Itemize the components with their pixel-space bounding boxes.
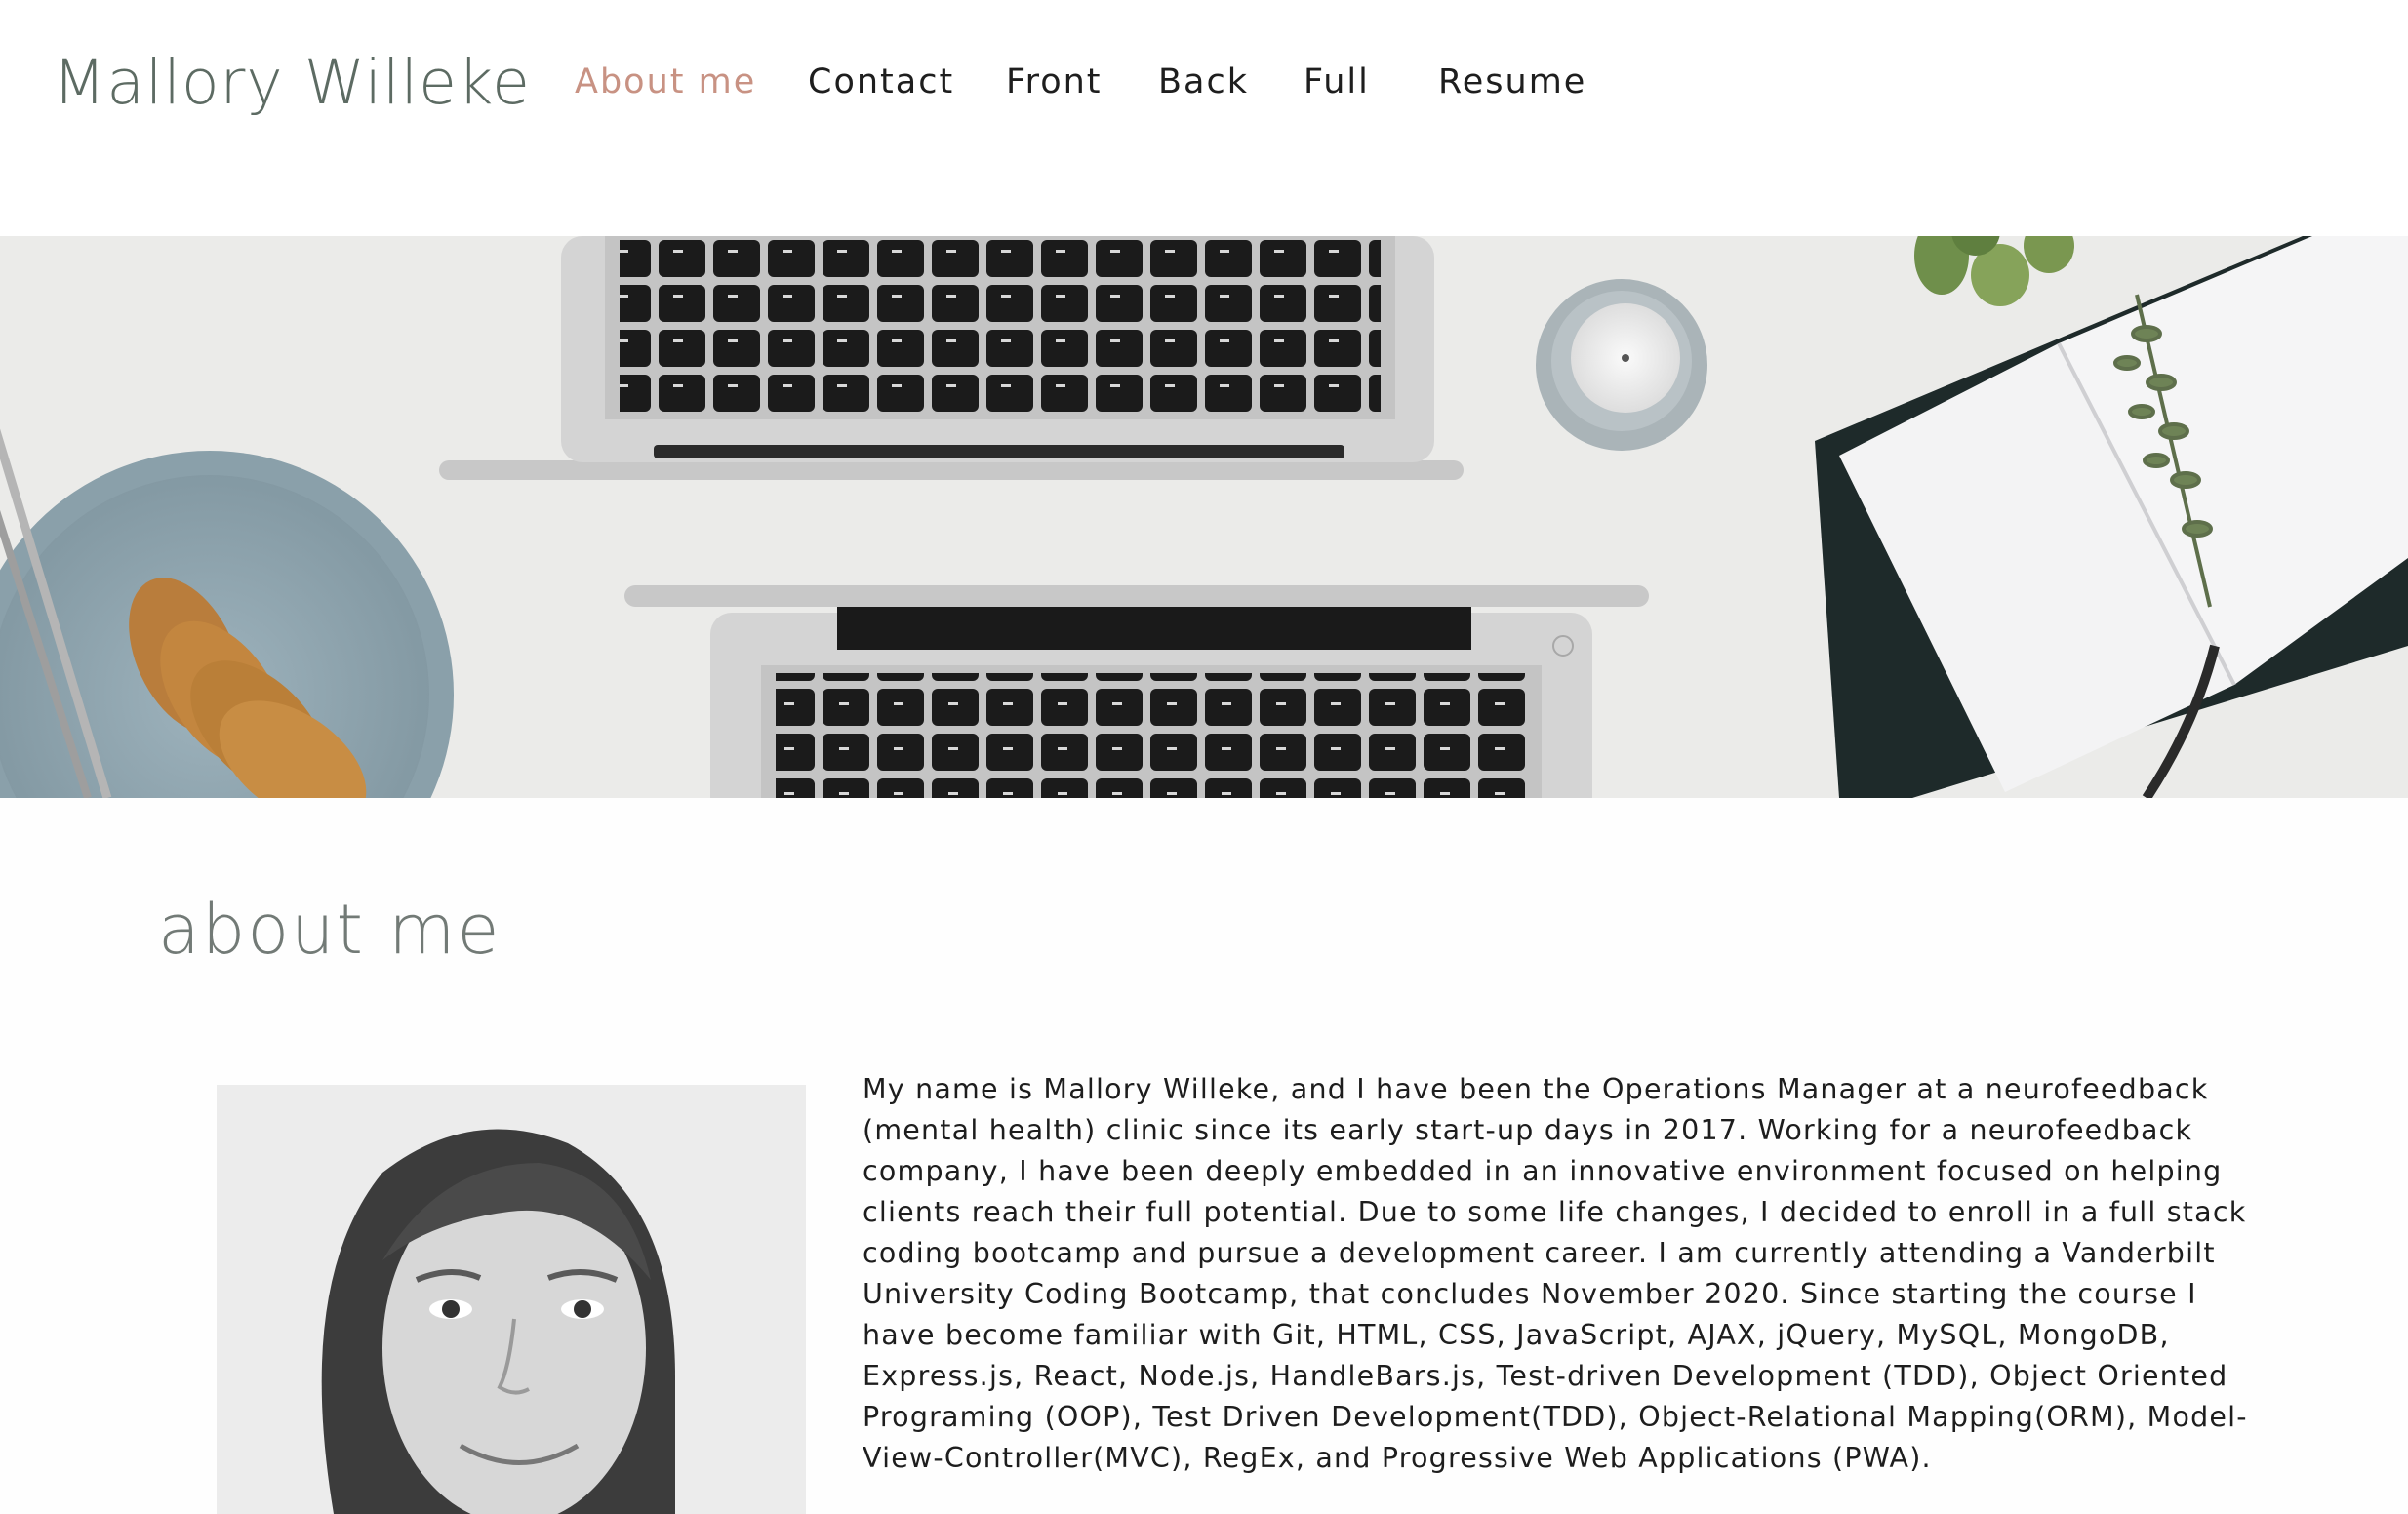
hero-image (0, 236, 2408, 798)
site-header: Mallory Willeke About me Contact Front B… (0, 0, 2408, 236)
nav-link-resume[interactable]: Resume (1438, 62, 1586, 101)
laptop-icon (439, 236, 1464, 480)
nav-link-front[interactable]: Front (1006, 62, 1103, 101)
nav-link-contact[interactable]: Contact (808, 62, 954, 101)
candle-icon (1536, 279, 1707, 451)
laptop-icon (624, 585, 1649, 798)
nav-link-back[interactable]: Back (1158, 62, 1249, 101)
site-brand[interactable]: Mallory Willeke (53, 47, 531, 118)
bio-paragraph: My name is Mallory Willeke, and I have b… (863, 1073, 2248, 1474)
nav-link-full[interactable]: Full (1304, 62, 1370, 101)
portrait-photo (217, 1085, 806, 1514)
section-title: about me (158, 890, 502, 970)
nav-link-about-me[interactable]: About me (575, 62, 756, 101)
